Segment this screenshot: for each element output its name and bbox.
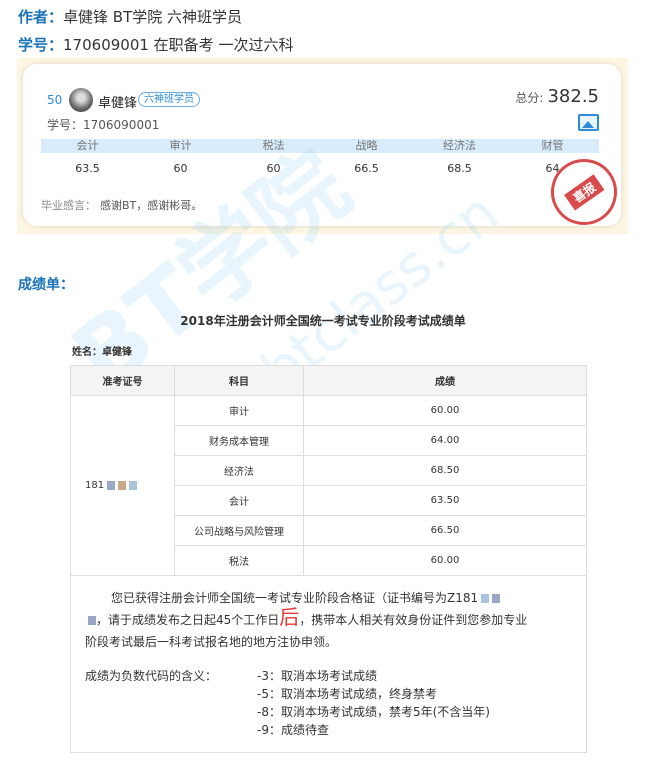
codes-list: -3：取消本场考试成绩 -5：取消本场考试成绩，终身禁考 -8：取消本场考试成绩… xyxy=(257,667,490,739)
subject-score: 66.5 xyxy=(354,162,379,175)
subject-header-row: 会计 审计 税法 战略 经济法 财管 xyxy=(41,139,599,153)
notice-emphasis: 后 xyxy=(279,605,300,629)
code-item: -5：取消本场考试成绩，终身禁考 xyxy=(257,687,437,701)
author-line: 作者：卓健锋 BT学院 六神班学员 xyxy=(18,6,242,27)
class-badge: 六神班学员 xyxy=(138,92,200,107)
subject-cell: 公司战略与风险管理 xyxy=(174,515,304,546)
subject-score: 60 xyxy=(266,162,281,175)
user-name[interactable]: 卓健锋 xyxy=(98,92,137,111)
notice-text: ，携带本人相关有效身份证件到您参加专业 xyxy=(299,613,528,627)
good-news-stamp: 喜报 xyxy=(538,146,621,226)
stamp-text: 喜报 xyxy=(563,173,605,211)
subject-score-row: 63.5 60 60 66.5 68.5 64 xyxy=(41,162,599,175)
subject-label: 战略 xyxy=(355,139,378,152)
transcript-title: 2018年注册会计师全国统一考试专业阶段考试成绩单 xyxy=(180,314,466,328)
transcript-name: 姓名：卓健锋 xyxy=(72,347,132,358)
total-label: 总分: xyxy=(515,91,544,105)
column-header: 科目 xyxy=(174,365,304,396)
code-item: -3：取消本场考试成绩 xyxy=(257,669,377,683)
notice-line-3: 阶段考试最后一科考试报名地的地方注协申领。 xyxy=(85,635,338,649)
student-id-label: 学号： xyxy=(18,36,64,54)
graduation-label: 毕业感言： xyxy=(41,199,96,212)
subject-cell: 会计 xyxy=(174,485,304,516)
score-cell: 68.50 xyxy=(303,455,587,486)
table-row: 181 审计 60.00 xyxy=(70,395,587,576)
code-item: -8：取消本场考试成绩，禁考5年(不含当年) xyxy=(257,705,490,719)
score-cell: 63.50 xyxy=(303,485,587,516)
notice-box: 您已获得注册会计师全国统一考试专业阶段合格证（证书编号为Z181 ，请于成绩发布… xyxy=(70,575,587,753)
notice-line-2: ，请于成绩发布之日起45个工作日后，携带本人相关有效身份证件到您参加专业 xyxy=(85,607,528,628)
notice-text: 您已获得注册会计师全国统一考试专业阶段合格证（证书编号为Z181 xyxy=(111,591,479,605)
notice-line-1: 您已获得注册会计师全国统一考试专业阶段合格证（证书编号为Z181 xyxy=(111,589,501,606)
codes-label: 成绩为负数代码的含义： xyxy=(85,669,218,683)
redacted-block xyxy=(88,616,96,625)
avatar[interactable] xyxy=(69,88,93,112)
notice-text: ，请于成绩发布之日起45个工作日 xyxy=(96,613,280,627)
subject-label: 税法 xyxy=(262,139,285,152)
student-id-value: 170609001 在职备考 一次过六科 xyxy=(63,36,294,54)
graduation-text: 感谢BT，感谢彬哥。 xyxy=(100,199,203,212)
column-header: 准考证号 xyxy=(70,365,175,396)
subject-cell: 经济法 xyxy=(174,455,304,486)
author-value: 卓健锋 BT学院 六神班学员 xyxy=(63,8,243,26)
subject-label: 经济法 xyxy=(443,139,476,152)
code-item: -9：成绩待查 xyxy=(257,723,329,737)
subject-cell: 审计 xyxy=(174,395,304,426)
column-header: 成绩 xyxy=(303,365,587,396)
rank-number: 50 xyxy=(47,93,63,107)
subject-label: 审计 xyxy=(169,139,192,152)
section-title: 成绩单： xyxy=(18,277,74,293)
exam-id-cell: 181 xyxy=(70,395,175,576)
subject-cell: 税法 xyxy=(174,545,304,576)
score-cell: 60.00 xyxy=(303,545,587,576)
score-cell: 64.00 xyxy=(303,425,587,456)
redacted-block xyxy=(118,480,127,490)
transcript-table: 准考证号 科目 成绩 181 审计 60.00 财务成本管理 64.00 经济法… xyxy=(70,365,587,576)
redacted-block xyxy=(481,594,490,603)
redacted-block xyxy=(107,480,116,490)
score-cell: 66.50 xyxy=(303,515,587,546)
score-cell: 60.00 xyxy=(303,395,587,426)
subject-label: 财管 xyxy=(541,139,564,152)
total-value: 382.5 xyxy=(547,86,599,107)
student-id-line: 学号：170609001 在职备考 一次过六科 xyxy=(18,34,293,55)
subject-cell: 财务成本管理 xyxy=(174,425,304,456)
redacted-block xyxy=(129,480,138,490)
graduation-note: 毕业感言： 感谢BT，感谢彬哥。 xyxy=(41,197,202,213)
author-label: 作者： xyxy=(18,8,64,26)
subject-score: 68.5 xyxy=(447,162,472,175)
subject-score: 63.5 xyxy=(75,162,100,175)
image-icon[interactable] xyxy=(578,114,599,131)
subject-score: 60 xyxy=(173,162,188,175)
card-student-id: 学号：1706090001 xyxy=(47,118,160,132)
exam-id: 181 xyxy=(85,480,105,491)
score-card-frame: 50 卓健锋 六神班学员 学号：1706090001 总分: 382.5 会计 审… xyxy=(17,58,628,234)
redacted-block xyxy=(492,594,501,603)
total-score: 总分: 382.5 xyxy=(515,86,599,107)
subject-label: 会计 xyxy=(76,139,99,152)
score-card: 50 卓健锋 六神班学员 学号：1706090001 总分: 382.5 会计 审… xyxy=(23,64,621,226)
table-header-row: 准考证号 科目 成绩 xyxy=(70,365,587,396)
